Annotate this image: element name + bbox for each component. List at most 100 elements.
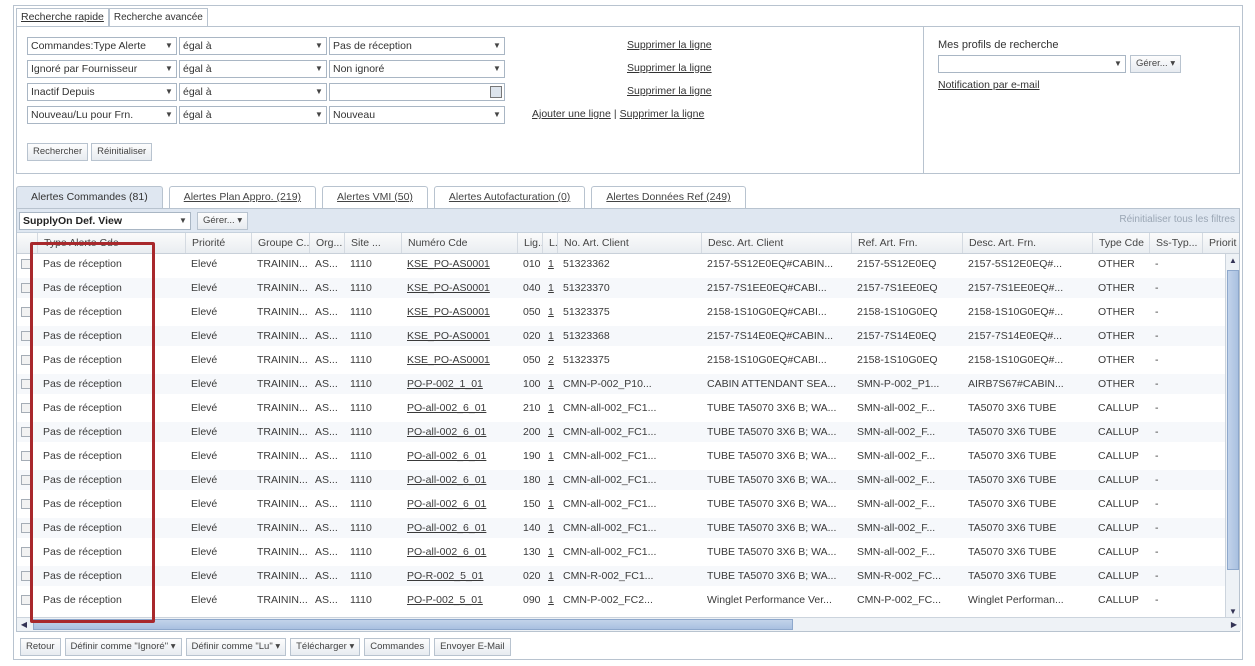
order-number-link[interactable]: PO-all-002_6_01 bbox=[401, 470, 517, 490]
criteria-value-select[interactable]: Pas de réception ▼ bbox=[329, 37, 505, 55]
line-link[interactable]: 1 bbox=[542, 302, 557, 322]
table-row[interactable]: Pas de réception Elevé TRAININ... AS... 1110… bbox=[17, 518, 1227, 538]
delete-line-link[interactable]: Supprimer la ligne bbox=[627, 62, 712, 74]
line-link[interactable]: 1 bbox=[542, 422, 557, 442]
order-number-link[interactable]: PO-all-002_6_01 bbox=[401, 422, 517, 442]
footer-button-5[interactable]: Envoyer E-Mail bbox=[434, 638, 511, 656]
footer-button-0[interactable]: Retour bbox=[20, 638, 61, 656]
table-row[interactable]: Pas de réception Elevé TRAININ... AS... 1110… bbox=[17, 422, 1227, 442]
table-row[interactable]: Pas de réception Elevé TRAININ... AS... 1110… bbox=[17, 326, 1227, 346]
row-checkbox[interactable] bbox=[21, 499, 31, 509]
footer-button-3[interactable]: Télécharger ▾ bbox=[290, 638, 361, 656]
order-number-link[interactable]: KSE_PO-AS0001 bbox=[401, 278, 517, 298]
order-number-link[interactable]: KSE_PO-AS0001 bbox=[401, 302, 517, 322]
view-manage-button[interactable]: Gérer... ▾ bbox=[197, 212, 249, 230]
table-row[interactable]: Pas de réception Elevé TRAININ... AS... 1110… bbox=[17, 302, 1227, 322]
column-header[interactable]: No. Art. Client bbox=[557, 233, 701, 253]
column-header[interactable]: Priorité bbox=[185, 233, 251, 253]
order-number-link[interactable]: PO-all-002_6_01 bbox=[401, 542, 517, 562]
line-link[interactable]: 1 bbox=[542, 398, 557, 418]
table-row[interactable]: Pas de réception Elevé TRAININ... AS... 1110… bbox=[17, 494, 1227, 514]
tab-alerts-4[interactable]: Alertes Données Ref (249) bbox=[591, 186, 746, 208]
order-number-link[interactable]: PO-P-002_5_01 bbox=[401, 590, 517, 610]
order-number-link[interactable]: KSE_PO-AS0001 bbox=[401, 326, 517, 346]
order-number-link[interactable]: PO-all-002_6_01 bbox=[401, 518, 517, 538]
column-header[interactable]: L... bbox=[542, 233, 557, 253]
reset-button[interactable]: Réinitialiser bbox=[91, 143, 153, 161]
table-row[interactable]: Pas de réception Elevé TRAININ... AS... 1110… bbox=[17, 374, 1227, 394]
delete-line-link[interactable]: Supprimer la ligne bbox=[627, 39, 712, 51]
order-number-link[interactable]: PO-all-002_6_01 bbox=[401, 398, 517, 418]
line-link[interactable]: 1 bbox=[542, 542, 557, 562]
delete-line-link[interactable]: Supprimer la ligne bbox=[627, 85, 712, 97]
delete-line-link[interactable]: Supprimer la ligne bbox=[620, 108, 705, 120]
criteria-operator-select[interactable]: égal à ▼ bbox=[179, 60, 327, 78]
column-header[interactable]: Desc. Art. Client bbox=[701, 233, 851, 253]
scroll-thumb[interactable] bbox=[33, 619, 793, 630]
tab-advanced-search[interactable]: Recherche avancée bbox=[108, 8, 208, 26]
row-checkbox[interactable] bbox=[21, 571, 31, 581]
footer-button-1[interactable]: Définir comme "Ignoré" ▾ bbox=[64, 638, 182, 656]
row-checkbox[interactable] bbox=[21, 523, 31, 533]
order-number-link[interactable]: PO-all-002_6_01 bbox=[401, 446, 517, 466]
column-header[interactable]: Org... bbox=[309, 233, 344, 253]
criteria-field-select[interactable]: Ignoré par Fournisseur ▼ bbox=[27, 60, 177, 78]
line-link[interactable]: 1 bbox=[542, 374, 557, 394]
column-header[interactable]: Type Alerte Cde bbox=[37, 233, 185, 253]
line-link[interactable]: 1 bbox=[542, 518, 557, 538]
criteria-date-input[interactable] bbox=[329, 83, 505, 101]
line-link[interactable]: 1 bbox=[542, 470, 557, 490]
column-header[interactable]: Type Cde bbox=[1092, 233, 1149, 253]
row-checkbox[interactable] bbox=[21, 547, 31, 557]
profile-manage-button[interactable]: Gérer... ▾ bbox=[1130, 55, 1182, 73]
row-checkbox[interactable] bbox=[21, 451, 31, 461]
criteria-operator-select[interactable]: égal à ▼ bbox=[179, 83, 327, 101]
column-header[interactable]: Site ... bbox=[344, 233, 401, 253]
table-row[interactable]: Pas de réception Elevé TRAININ... AS... 1110… bbox=[17, 566, 1227, 586]
criteria-field-select[interactable]: Nouveau/Lu pour Frn. ▼ bbox=[27, 106, 177, 124]
line-link[interactable]: 1 bbox=[542, 254, 557, 274]
criteria-field-select[interactable]: Inactif Depuis ▼ bbox=[27, 83, 177, 101]
footer-button-4[interactable]: Commandes bbox=[364, 638, 431, 656]
criteria-value-select[interactable]: Nouveau ▼ bbox=[329, 106, 505, 124]
column-header[interactable]: Desc. Art. Frn. bbox=[962, 233, 1092, 253]
table-row[interactable]: Pas de réception Elevé TRAININ... AS... 1110… bbox=[17, 590, 1227, 610]
vertical-scrollbar[interactable]: ▲ ▼ bbox=[1225, 254, 1239, 619]
scroll-left-icon[interactable]: ◀ bbox=[17, 618, 31, 632]
column-header[interactable]: Lig... bbox=[517, 233, 542, 253]
order-number-link[interactable]: PO-R-002_5_01 bbox=[401, 566, 517, 586]
reset-filters-link[interactable]: Réinitialiser tous les filtres bbox=[1119, 214, 1235, 225]
table-row[interactable]: Pas de réception Elevé TRAININ... AS... 1110… bbox=[17, 446, 1227, 466]
row-checkbox[interactable] bbox=[21, 355, 31, 365]
scroll-thumb[interactable] bbox=[1227, 270, 1239, 570]
tab-alerts-1[interactable]: Alertes Plan Appro. (219) bbox=[168, 186, 317, 208]
row-checkbox[interactable] bbox=[21, 403, 31, 413]
search-button[interactable]: Rechercher bbox=[27, 143, 89, 161]
row-checkbox[interactable] bbox=[21, 259, 31, 269]
horizontal-scrollbar[interactable]: ◀ ▶ bbox=[17, 617, 1241, 631]
column-header[interactable]: Numéro Cde bbox=[401, 233, 517, 253]
calendar-icon[interactable] bbox=[490, 86, 502, 98]
view-select[interactable]: SupplyOn Def. View ▼ bbox=[19, 212, 191, 230]
order-number-link[interactable]: KSE_PO-AS0001 bbox=[401, 254, 517, 274]
table-row[interactable]: Pas de réception Elevé TRAININ... AS... 1110… bbox=[17, 542, 1227, 562]
column-header[interactable]: Ss-Typ... bbox=[1149, 233, 1202, 253]
row-checkbox[interactable] bbox=[21, 283, 31, 293]
table-row[interactable]: Pas de réception Elevé TRAININ... AS... 1110… bbox=[17, 398, 1227, 418]
footer-button-2[interactable]: Définir comme "Lu" ▾ bbox=[185, 638, 287, 656]
row-checkbox[interactable] bbox=[21, 307, 31, 317]
line-link[interactable]: 1 bbox=[542, 278, 557, 298]
order-number-link[interactable]: PO-P-002_1_01 bbox=[401, 374, 517, 394]
criteria-operator-select[interactable]: égal à ▼ bbox=[179, 37, 327, 55]
line-link[interactable]: 1 bbox=[542, 326, 557, 346]
email-notification-link[interactable]: Notification par e-mail bbox=[938, 79, 1040, 91]
order-number-link[interactable]: KSE_PO-AS0001 bbox=[401, 350, 517, 370]
line-link[interactable]: 2 bbox=[542, 350, 557, 370]
order-number-link[interactable]: PO-all-002_6_01 bbox=[401, 494, 517, 514]
criteria-operator-select[interactable]: égal à ▼ bbox=[179, 106, 327, 124]
table-row[interactable]: Pas de réception Elevé TRAININ... AS... 1110… bbox=[17, 470, 1227, 490]
add-line-link[interactable]: Ajouter une ligne bbox=[532, 108, 611, 120]
line-link[interactable]: 1 bbox=[542, 590, 557, 610]
table-row[interactable]: Pas de réception Elevé TRAININ... AS... 1110… bbox=[17, 254, 1227, 274]
line-link[interactable]: 1 bbox=[542, 446, 557, 466]
